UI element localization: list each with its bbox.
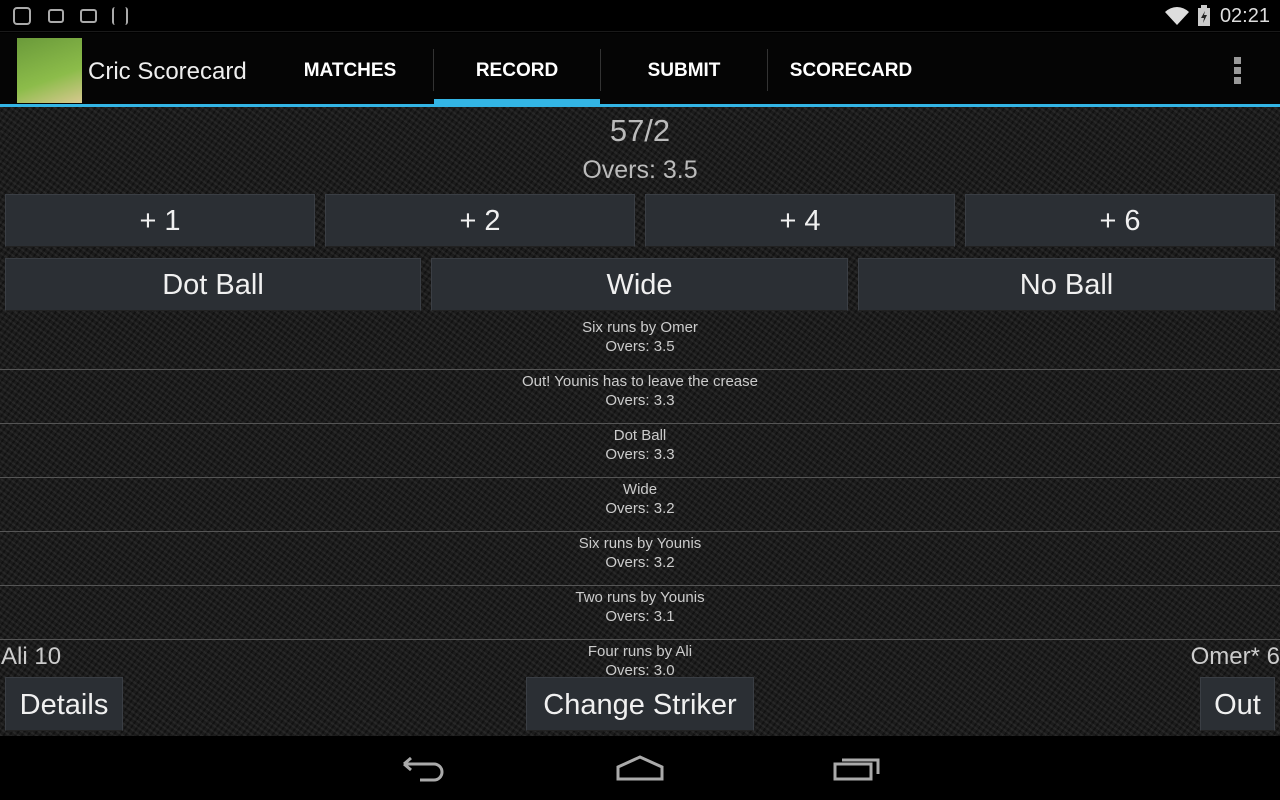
clock: 02:21 [1219,5,1270,27]
tab-submit[interactable]: SUBMIT [601,33,767,104]
event-overs: Overs: 3.2 [605,554,675,571]
list-item[interactable]: Six runs by Omer Overs: 3.5 [0,316,1280,370]
out-button[interactable]: Out [1200,677,1275,731]
wifi-icon [1165,7,1189,25]
event-overs: Overs: 3.5 [605,338,675,355]
barcode-icon [112,7,128,25]
event-overs: Overs: 3.0 [605,662,675,675]
back-icon[interactable] [400,756,448,782]
tab-scorecard[interactable]: SCORECARD [768,33,934,104]
list-item[interactable]: Two runs by Younis Overs: 3.1 [0,586,1280,640]
event-overs: Overs: 3.1 [605,608,675,625]
home-icon[interactable] [615,754,665,782]
status-bar: 02:21 [0,0,1280,32]
app-logo[interactable] [17,38,82,103]
event-overs: Overs: 3.3 [605,446,675,463]
dot-ball-button[interactable]: Dot Ball [5,258,421,311]
plus-4-button[interactable]: + 4 [645,194,955,247]
wide-button[interactable]: Wide [431,258,848,311]
tab-record[interactable]: RECORD [434,33,600,105]
tab-matches[interactable]: MATCHES [267,33,433,104]
gallery-icon [48,9,64,23]
plus-6-button[interactable]: + 6 [965,194,1275,247]
event-overs: Overs: 3.2 [605,500,675,517]
recent-apps-icon[interactable] [832,754,882,782]
event-text: Two runs by Younis [575,589,705,606]
plus-1-button[interactable]: + 1 [5,194,315,247]
event-overs: Overs: 3.3 [605,392,675,409]
list-item[interactable]: Out! Younis has to leave the crease Overs… [0,370,1280,424]
event-text: Six runs by Omer [582,319,698,336]
details-button[interactable]: Details [5,677,123,731]
event-list[interactable]: Six runs by Omer Overs: 3.5 Out! Younis h… [0,316,1280,675]
event-text: Six runs by Younis [578,535,702,552]
event-text: Four runs by Ali [587,643,693,660]
event-text: Out! Younis has to leave the crease [522,373,758,390]
list-item[interactable]: Wide Overs: 3.2 [0,478,1280,532]
list-item[interactable]: Four runs by Ali Overs: 3.0 [0,640,1280,675]
battery-charging-icon [1198,5,1210,26]
event-text: Dot Ball [613,427,667,444]
outlook-icon [80,9,97,23]
overs-count: Overs: 3.5 [582,156,698,184]
list-item[interactable]: Six runs by Younis Overs: 3.2 [0,532,1280,586]
action-bar: Cric Scorecard MATCHES RECORD SUBMIT SCO… [0,33,1280,105]
hangouts-icon [13,7,31,25]
change-striker-button[interactable]: Change Striker [526,677,754,731]
app-title: Cric Scorecard [88,58,247,85]
no-ball-button[interactable]: No Ball [858,258,1275,311]
list-item[interactable]: Dot Ball Overs: 3.3 [0,424,1280,478]
navigation-bar [0,736,1280,800]
batsman-right-score: Omer* 6 [1190,643,1280,670]
batsman-left-score: Ali 10 [1,643,62,670]
record-panel: 57/2 Overs: 3.5 + 1 + 2 + 4 + 6 Dot Ball… [0,107,1280,736]
event-text: Wide [622,481,658,498]
plus-2-button[interactable]: + 2 [325,194,635,247]
overflow-menu-icon[interactable] [1234,57,1241,87]
score-total: 57/2 [609,113,671,148]
